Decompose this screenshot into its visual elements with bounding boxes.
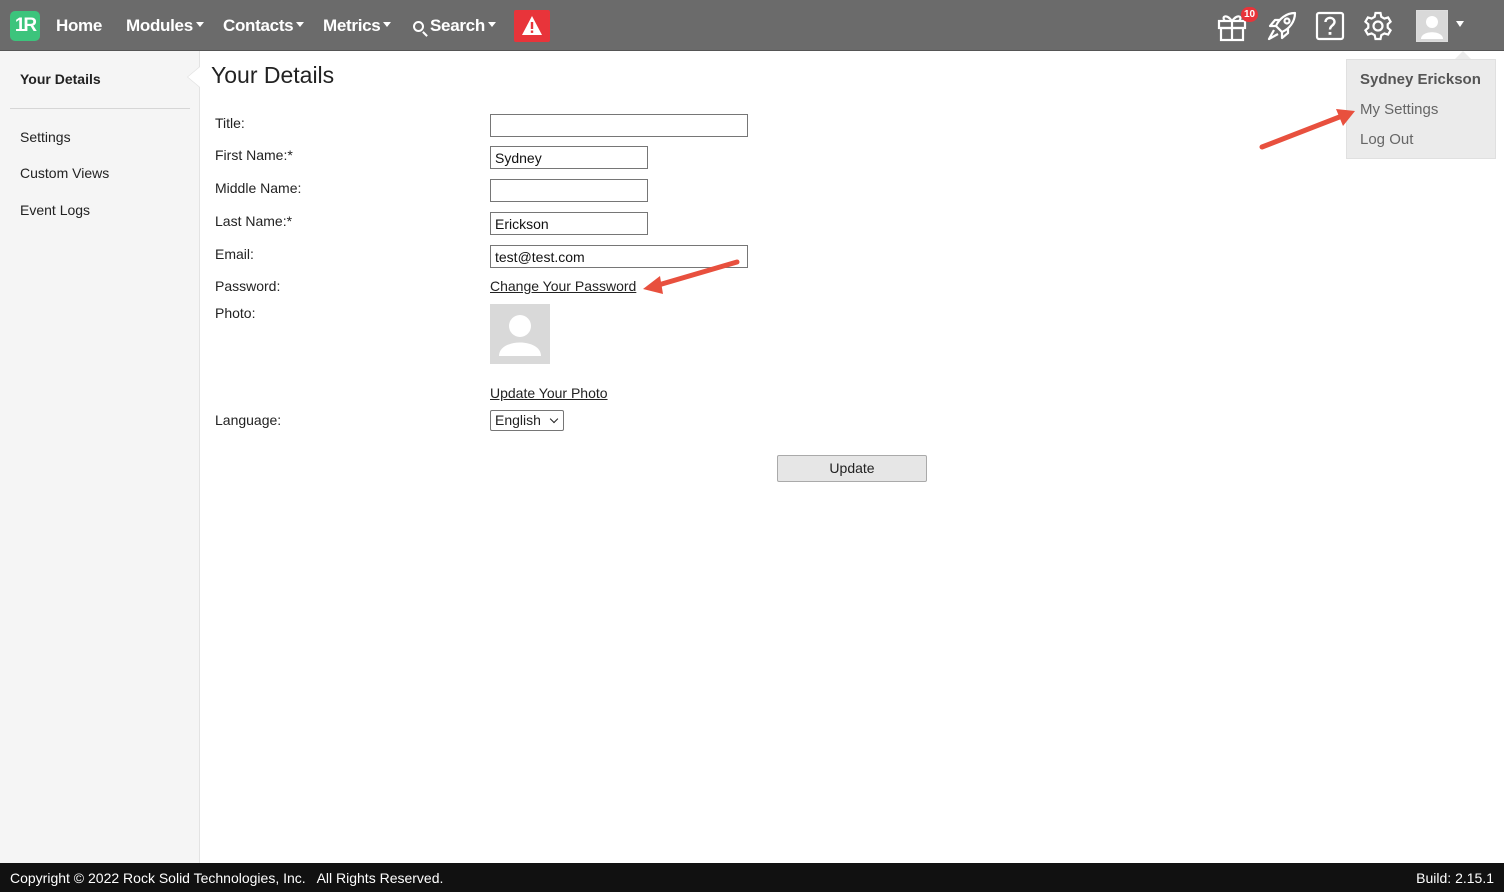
middle-name-label: Middle Name:: [215, 180, 302, 196]
help-icon[interactable]: [1314, 10, 1346, 42]
user-avatar-icon: [1421, 16, 1443, 39]
profile-photo: [490, 304, 550, 364]
password-label: Password:: [215, 278, 281, 294]
gear-icon[interactable]: [1362, 10, 1394, 42]
first-name-label: First Name:*: [215, 147, 293, 163]
arrow-to-my-settings: [1259, 113, 1345, 150]
dropdown-pointer: [1455, 51, 1471, 59]
user-avatar-button[interactable]: [1416, 10, 1448, 42]
photo-label: Photo:: [215, 305, 256, 321]
user-name: Sydney Erickson: [1360, 71, 1481, 88]
update-button[interactable]: Update: [777, 455, 927, 482]
last-name-label: Last Name:*: [215, 213, 293, 229]
sidebar-item-settings[interactable]: Settings: [20, 129, 71, 145]
page-title: Your Details: [211, 62, 335, 88]
nav-contacts-label: Contacts: [223, 16, 294, 35]
notification-badge: 10: [1241, 7, 1258, 22]
nav-home-label: Home: [56, 16, 103, 35]
language-label: Language:: [215, 412, 282, 428]
sidebar: Your Details Settings Custom Views Event…: [0, 51, 200, 863]
arrow-head-icon: [643, 276, 663, 294]
nav-home[interactable]: Home: [56, 14, 102, 38]
nav-modules[interactable]: Modules: [126, 14, 204, 38]
active-indicator-inner: [188, 67, 200, 87]
last-name-field[interactable]: [490, 212, 648, 235]
sidebar-item-custom-views[interactable]: Custom Views: [20, 165, 109, 181]
sidebar-divider: [10, 108, 190, 109]
update-photo-link[interactable]: Update Your Photo: [490, 385, 608, 401]
rocket-icon[interactable]: [1266, 10, 1298, 42]
chevron-down-icon: [549, 414, 559, 424]
sidebar-item-event-logs[interactable]: Event Logs: [20, 202, 90, 218]
nav-search[interactable]: Search: [413, 14, 496, 38]
title-label: Title:: [215, 115, 245, 131]
nav-contacts[interactable]: Contacts: [223, 14, 305, 38]
nav-search-label: Search: [430, 16, 485, 35]
first-name-field[interactable]: [490, 146, 648, 169]
user-dropdown-menu: Sydney Erickson My Settings Log Out: [1346, 59, 1496, 159]
my-settings-menu-item[interactable]: My Settings: [1360, 101, 1438, 118]
chevron-down-icon: [487, 22, 496, 28]
user-avatar-icon: [499, 315, 541, 356]
sidebar-item-your-details[interactable]: Your Details: [20, 71, 101, 87]
footer: Copyright © 2022 Rock Solid Technologies…: [0, 863, 1504, 892]
alert-button[interactable]: [514, 10, 550, 42]
change-password-link[interactable]: Change Your Password: [490, 278, 636, 294]
language-select[interactable]: English: [490, 410, 564, 431]
nav-modules-label: Modules: [126, 16, 193, 35]
chevron-down-icon: [195, 22, 204, 28]
alert-icon: [522, 16, 542, 35]
chevron-down-icon: [383, 22, 392, 28]
nav-metrics[interactable]: Metrics: [323, 14, 392, 38]
build-version: Build: 2.15.1: [1416, 870, 1494, 886]
chevron-down-icon[interactable]: [1456, 21, 1464, 27]
middle-name-field[interactable]: [490, 179, 648, 202]
email-field[interactable]: [490, 245, 748, 268]
copyright-text: Copyright © 2022 Rock Solid Technologies…: [10, 870, 444, 886]
language-select-value: English: [495, 412, 541, 428]
log-out-menu-item[interactable]: Log Out: [1360, 131, 1413, 148]
search-icon: [413, 21, 424, 32]
top-navigation-bar: 1R Home Modules Contacts Metrics Search …: [0, 0, 1504, 51]
chevron-down-icon: [296, 22, 305, 28]
app-logo[interactable]: 1R: [10, 11, 40, 41]
nav-metrics-label: Metrics: [323, 16, 381, 35]
annotation-arrows: [643, 109, 1355, 294]
email-label: Email:: [215, 246, 254, 262]
title-field[interactable]: [490, 114, 748, 137]
